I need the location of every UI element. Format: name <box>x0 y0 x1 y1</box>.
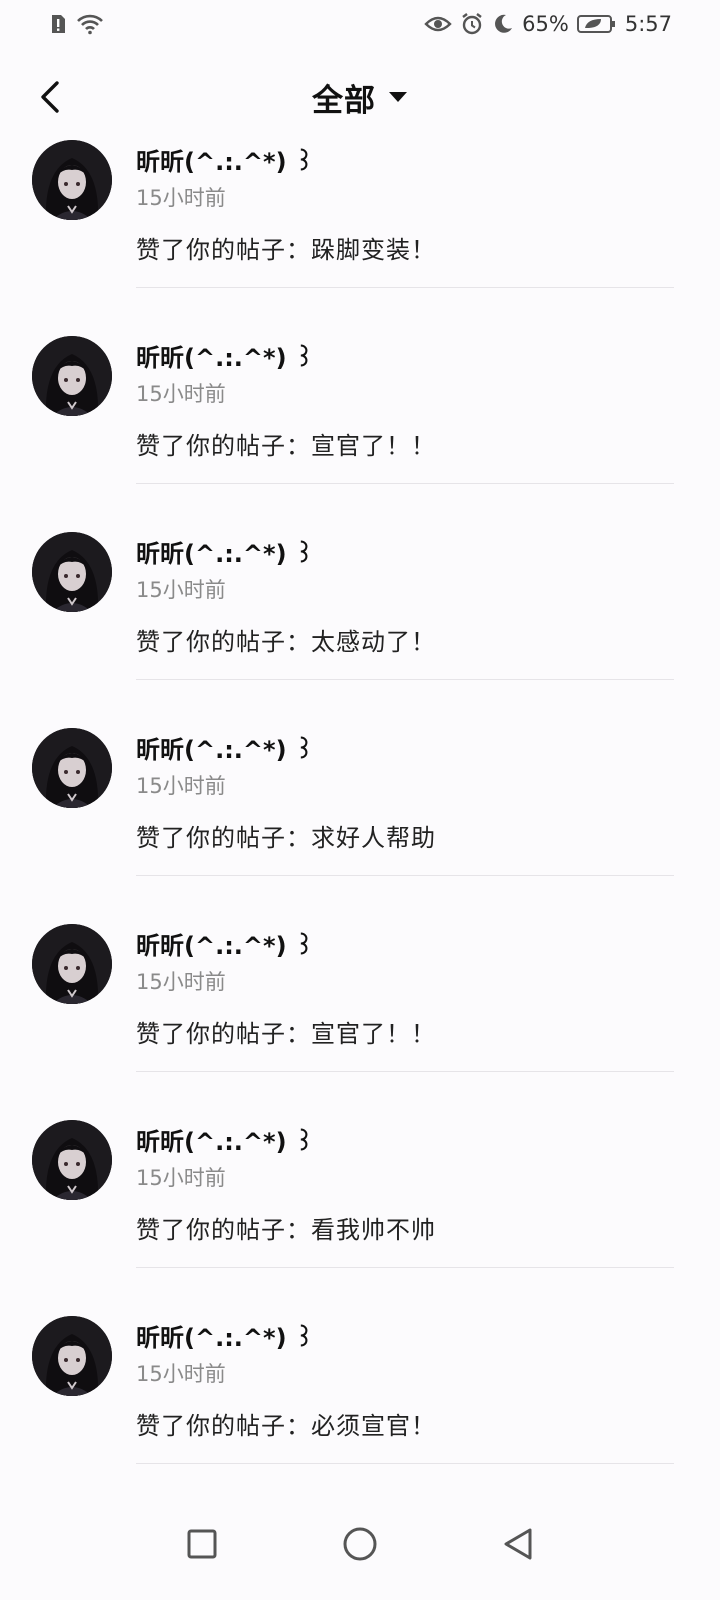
battery-icon <box>576 14 617 34</box>
status-bar: 65% 5:57 <box>0 0 720 48</box>
timestamp: 15小时前 <box>136 1166 226 1190</box>
recents-button[interactable] <box>182 1524 222 1564</box>
timestamp: 15小时前 <box>136 186 226 210</box>
wifi-icon <box>76 13 104 35</box>
timestamp: 15小时前 <box>136 970 226 994</box>
notification-message[interactable]: 赞了你的帖子：太感动了！ <box>136 622 436 657</box>
avatar[interactable] <box>32 336 112 416</box>
avatar[interactable] <box>32 728 112 808</box>
divider <box>136 287 674 288</box>
notification-item[interactable]: 昕昕(^.:.^*) ꒱ 15小时前 赞了你的帖子：看我帅不帅 <box>0 1120 720 1316</box>
filter-dropdown[interactable]: 全部 <box>0 72 720 122</box>
status-right: 65% 5:57 <box>424 12 672 36</box>
divider <box>136 875 674 876</box>
back-nav-button[interactable] <box>498 1524 538 1564</box>
sim-alert-icon <box>50 13 66 35</box>
avatar[interactable] <box>32 924 112 1004</box>
notification-item[interactable]: 昕昕(^.:.^*) ꒱ 15小时前 赞了你的帖子：太感动了！ <box>0 532 720 728</box>
username[interactable]: 昕昕(^.:.^*) ꒱ <box>136 142 314 177</box>
username[interactable]: 昕昕(^.:.^*) ꒱ <box>136 1318 314 1353</box>
battery-percent: 65% <box>522 12 569 36</box>
timestamp: 15小时前 <box>136 1362 226 1386</box>
back-triangle-icon <box>504 1528 532 1560</box>
divider <box>136 1267 674 1268</box>
avatar[interactable] <box>32 1316 112 1396</box>
username[interactable]: 昕昕(^.:.^*) ꒱ <box>136 926 314 961</box>
divider <box>136 679 674 680</box>
avatar[interactable] <box>32 1120 112 1200</box>
notification-message[interactable]: 赞了你的帖子：宣官了！！ <box>136 1014 436 1049</box>
divider <box>136 483 674 484</box>
notification-message[interactable]: 赞了你的帖子：看我帅不帅 <box>136 1210 436 1245</box>
notification-item[interactable]: 昕昕(^.:.^*) ꒱ 15小时前 赞了你的帖子：宣官了！！ <box>0 336 720 532</box>
notification-item[interactable]: 昕昕(^.:.^*) ꒱ 15小时前 赞了你的帖子：宣官了！！ <box>0 924 720 1120</box>
timestamp: 15小时前 <box>136 578 226 602</box>
notification-message[interactable]: 赞了你的帖子：跺脚变装！ <box>136 230 436 265</box>
alarm-icon <box>460 12 484 36</box>
timestamp: 15小时前 <box>136 382 226 406</box>
notification-item[interactable]: 昕昕(^.:.^*) ꒱ 15小时前 赞了你的帖子：必须宣官！ <box>0 1316 720 1512</box>
recents-square-icon <box>187 1529 217 1559</box>
username[interactable]: 昕昕(^.:.^*) ꒱ <box>136 1122 314 1157</box>
notification-message[interactable]: 赞了你的帖子：宣官了！！ <box>136 426 436 461</box>
clock: 5:57 <box>624 12 672 36</box>
home-button[interactable] <box>340 1524 380 1564</box>
moon-icon <box>492 13 514 35</box>
status-left <box>50 13 104 35</box>
eye-icon <box>424 14 452 34</box>
notification-item[interactable]: 昕昕(^.:.^*) ꒱ 15小时前 赞了你的帖子：求好人帮助 <box>0 728 720 924</box>
username[interactable]: 昕昕(^.:.^*) ꒱ <box>136 730 314 765</box>
divider <box>136 1071 674 1072</box>
notification-list: 昕昕(^.:.^*) ꒱ 15小时前 赞了你的帖子：跺脚变装！ 昕昕(^.:.^… <box>0 140 720 1512</box>
notification-item[interactable]: 昕昕(^.:.^*) ꒱ 15小时前 赞了你的帖子：跺脚变装！ <box>0 140 720 336</box>
caret-down-icon <box>389 92 407 102</box>
page-title: 全部 <box>312 82 376 119</box>
home-circle-icon <box>343 1527 377 1561</box>
username[interactable]: 昕昕(^.:.^*) ꒱ <box>136 338 314 373</box>
timestamp: 15小时前 <box>136 774 226 798</box>
divider <box>136 1463 674 1464</box>
notification-message[interactable]: 赞了你的帖子：必须宣官！ <box>136 1406 436 1441</box>
avatar[interactable] <box>32 532 112 612</box>
header: 全部 <box>0 62 720 132</box>
notification-message[interactable]: 赞了你的帖子：求好人帮助 <box>136 818 436 853</box>
avatar[interactable] <box>32 140 112 220</box>
username[interactable]: 昕昕(^.:.^*) ꒱ <box>136 534 314 569</box>
system-nav-bar <box>0 1488 720 1600</box>
